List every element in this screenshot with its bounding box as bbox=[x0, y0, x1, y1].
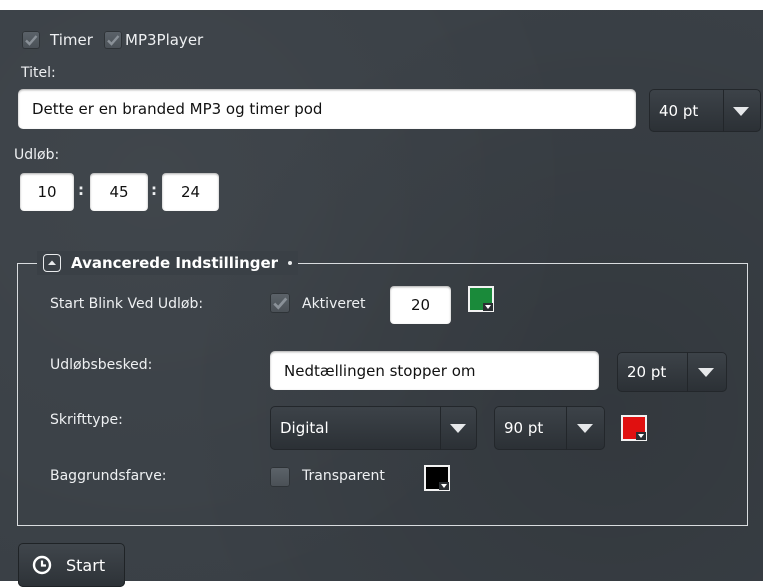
font-label: Skrifttype: bbox=[50, 412, 123, 428]
timer-checkbox[interactable] bbox=[22, 31, 40, 49]
chevron-down-icon bbox=[698, 368, 714, 377]
title-input[interactable]: Dette er en branded MP3 og timer pod bbox=[18, 89, 636, 129]
check-icon bbox=[25, 35, 38, 46]
title-size-value: 40 pt bbox=[659, 101, 699, 120]
message-size-dropdown[interactable]: 20 pt bbox=[617, 352, 727, 392]
expiry-hours-input[interactable]: 10 bbox=[20, 173, 74, 211]
legend-dot bbox=[288, 261, 293, 265]
settings-panel: Timer MP3Player Titel: Dette er en brand… bbox=[0, 10, 763, 587]
font-size-dropdown[interactable]: 90 pt bbox=[494, 406, 605, 450]
blink-color-picker[interactable] bbox=[468, 286, 494, 312]
transparent-label: Transparent bbox=[302, 468, 385, 484]
check-icon bbox=[273, 297, 288, 310]
chevron-down-icon bbox=[450, 424, 466, 433]
expiry-seconds-input[interactable]: 24 bbox=[162, 173, 219, 211]
advanced-settings-legend[interactable]: Avancerede Indstillinger bbox=[37, 251, 299, 275]
time-separator: : bbox=[78, 181, 84, 199]
background-color-picker[interactable] bbox=[424, 465, 450, 491]
check-icon bbox=[107, 35, 120, 46]
font-color-picker[interactable] bbox=[621, 415, 647, 441]
blink-enabled-label: Aktiveret bbox=[302, 296, 366, 312]
font-value: Digital bbox=[280, 419, 329, 437]
advanced-settings-title: Avancerede Indstillinger bbox=[71, 254, 279, 272]
message-input[interactable]: Nedtællingen stopper om bbox=[270, 351, 599, 390]
timer-label: Timer bbox=[50, 31, 93, 49]
font-dropdown[interactable]: Digital bbox=[270, 406, 477, 450]
font-size-value: 90 pt bbox=[504, 419, 544, 437]
message-label: Udløbsbesked: bbox=[50, 357, 153, 373]
collapse-toggle[interactable] bbox=[43, 254, 61, 272]
blink-label: Start Blink Ved Udløb: bbox=[50, 296, 204, 312]
background-label: Baggrundsfarve: bbox=[50, 468, 167, 484]
blink-seconds-input[interactable]: 20 bbox=[390, 286, 451, 324]
chevron-down-icon bbox=[733, 106, 749, 116]
title-size-dropdown[interactable]: 40 pt bbox=[649, 89, 761, 132]
start-label: Start bbox=[66, 555, 106, 575]
blink-enabled-checkbox[interactable] bbox=[270, 293, 290, 313]
title-label: Titel: bbox=[21, 65, 56, 81]
chevron-down-icon bbox=[577, 424, 593, 433]
clock-icon bbox=[32, 555, 52, 575]
start-button[interactable]: Start bbox=[18, 543, 125, 587]
expiry-label: Udløb: bbox=[14, 147, 60, 163]
chevron-up-icon bbox=[48, 260, 56, 265]
transparent-checkbox[interactable] bbox=[270, 467, 290, 487]
mp3player-label: MP3Player bbox=[125, 31, 204, 49]
expiry-minutes-input[interactable]: 45 bbox=[90, 173, 148, 211]
time-separator: : bbox=[151, 181, 157, 199]
message-size-value: 20 pt bbox=[627, 363, 667, 381]
mp3player-checkbox[interactable] bbox=[104, 31, 122, 49]
